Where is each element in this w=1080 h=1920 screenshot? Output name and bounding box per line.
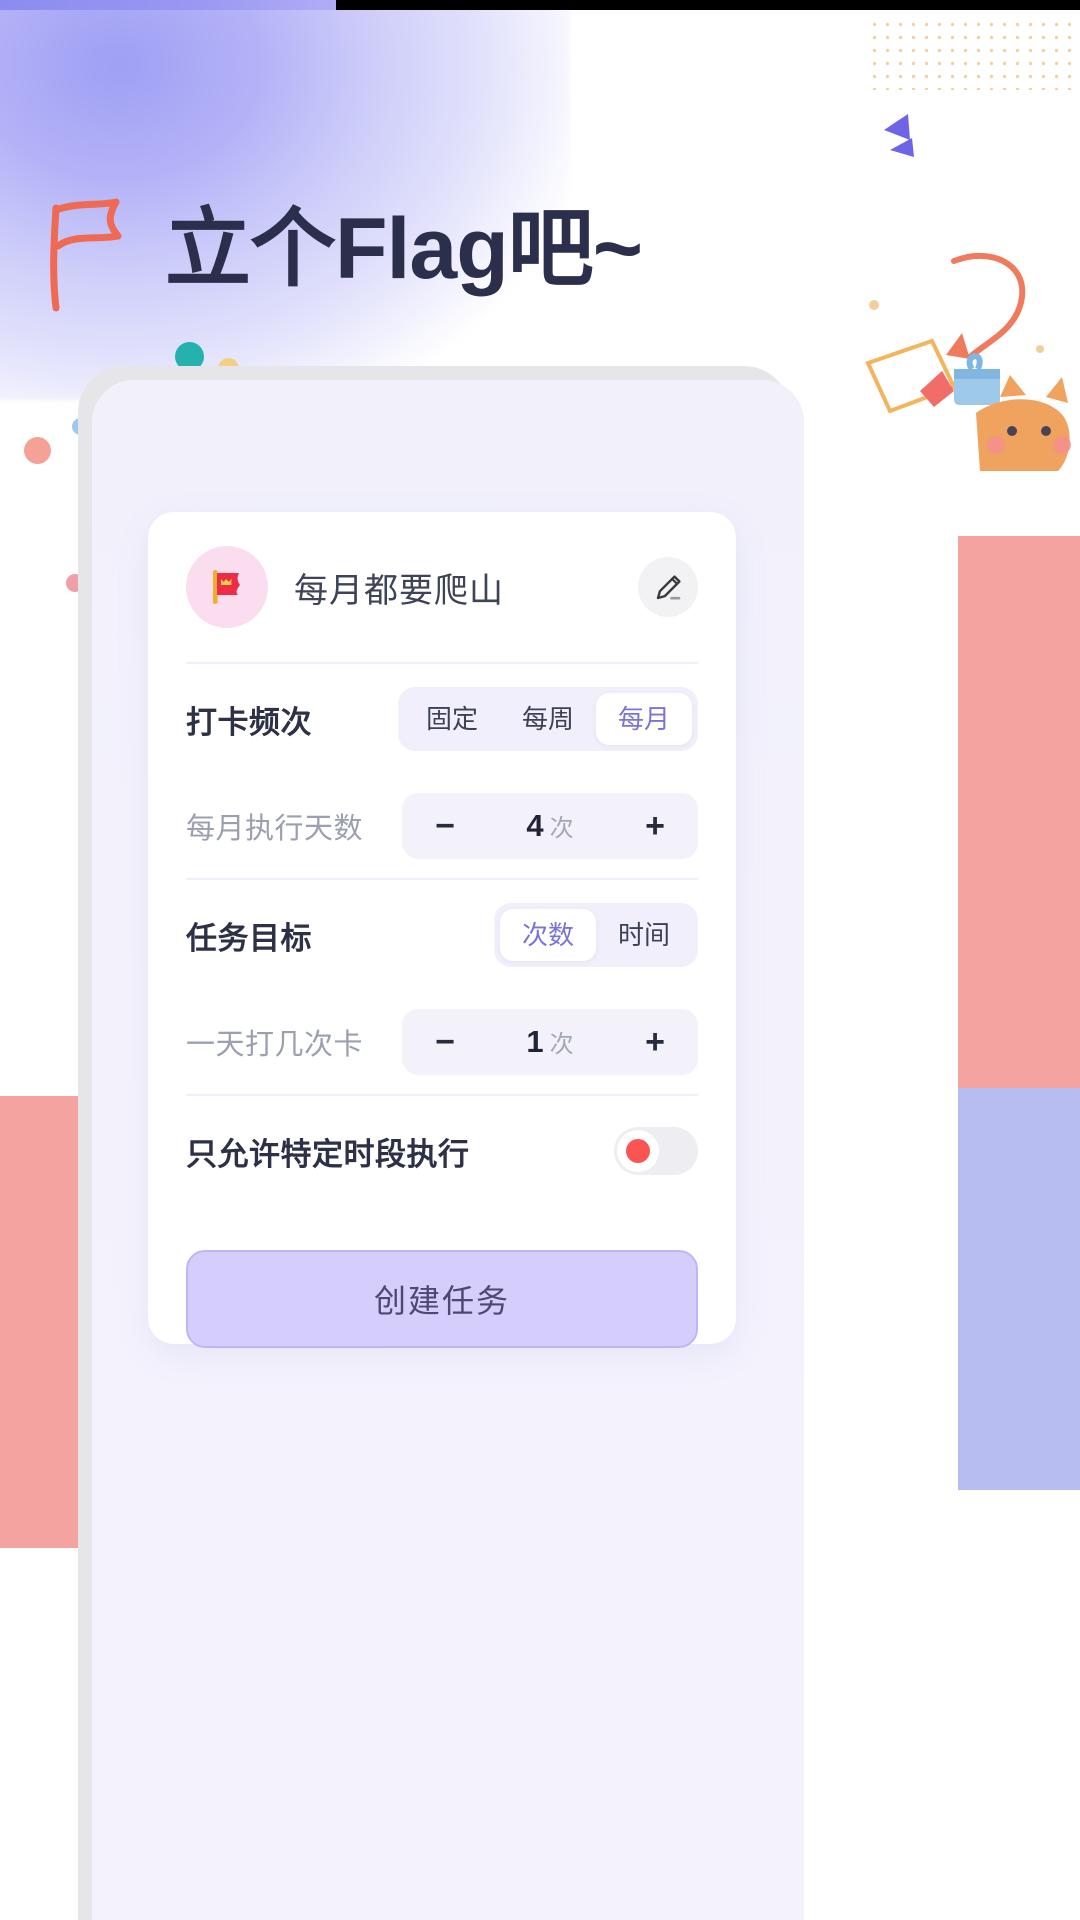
frequency-option-weekly[interactable]: 每周 [500, 693, 596, 745]
submit-area: 创建任务 [148, 1206, 736, 1348]
flag-doodle-icon [50, 198, 122, 312]
right-pink-block [958, 536, 1080, 1092]
top-purple-bar [0, 0, 336, 10]
toggle-knob [617, 1130, 659, 1172]
frequency-count-label: 每月执行天数 [186, 813, 364, 845]
goal-count-value: 1 [526, 1024, 544, 1059]
frequency-count-value: 4 [526, 808, 544, 843]
page-title: 立个Flag吧~ [165, 201, 643, 297]
frequency-increase-button[interactable]: + [638, 809, 672, 843]
goal-increase-button[interactable]: + [638, 1025, 672, 1059]
double-chevron-icon [884, 114, 914, 157]
frequency-label: 打卡频次 [186, 704, 312, 740]
frequency-count-stepper[interactable]: − 4 次 + [402, 793, 698, 859]
frequency-option-fixed[interactable]: 固定 [404, 693, 500, 745]
goal-count-row: 一天打几次卡 − 1 次 + [148, 990, 736, 1094]
time-limit-label: 只允许特定时段执行 [186, 1136, 470, 1172]
gift-and-arrow-decoration [865, 252, 1071, 471]
toggle-dot [626, 1139, 650, 1163]
goal-count-value-group: 1 次 [526, 1024, 573, 1060]
frequency-count-value-group: 4 次 [526, 808, 573, 844]
frequency-count-unit: 次 [549, 815, 574, 842]
goal-option-time[interactable]: 时间 [596, 909, 692, 961]
card-header: 每月都要爬山 [148, 512, 736, 662]
time-limit-toggle[interactable] [614, 1127, 698, 1175]
top-black-bar [336, 0, 1080, 10]
create-task-button[interactable]: 创建任务 [186, 1250, 698, 1348]
goal-option-count[interactable]: 次数 [499, 909, 596, 961]
frequency-option-monthly[interactable]: 每月 [595, 693, 692, 745]
task-name: 每月都要爬山 [294, 571, 504, 610]
goal-count-unit: 次 [549, 1031, 574, 1058]
goal-label: 任务目标 [186, 920, 312, 956]
dot-grid-pattern [868, 18, 1080, 90]
frequency-count-row: 每月执行天数 − 4 次 + [148, 774, 736, 878]
frequency-segmented-control[interactable]: 固定 每周 每月 [397, 687, 698, 751]
goal-count-stepper[interactable]: − 1 次 + [402, 1009, 698, 1075]
goal-decrease-button[interactable]: − [428, 1025, 462, 1059]
goal-count-label: 一天打几次卡 [186, 1029, 364, 1061]
task-settings-card: 每月都要爬山 打卡频次 固定 每周 每月 每月执行天数 − 4 次 + 任务目标… [148, 512, 736, 1348]
frequency-row: 打卡频次 固定 每周 每月 [148, 664, 736, 774]
pencil-icon[interactable] [638, 557, 698, 617]
decor-dot-coral [24, 437, 51, 464]
right-periwinkle-block [958, 1088, 1080, 1490]
goal-segmented-control[interactable]: 次数 时间 [493, 903, 698, 967]
frequency-decrease-button[interactable]: − [428, 809, 462, 843]
goal-row: 任务目标 次数 时间 [148, 880, 736, 990]
red-flag-icon [186, 546, 268, 628]
time-limit-row: 只允许特定时段执行 [148, 1096, 736, 1206]
right-white-strip [958, 1490, 1080, 1920]
